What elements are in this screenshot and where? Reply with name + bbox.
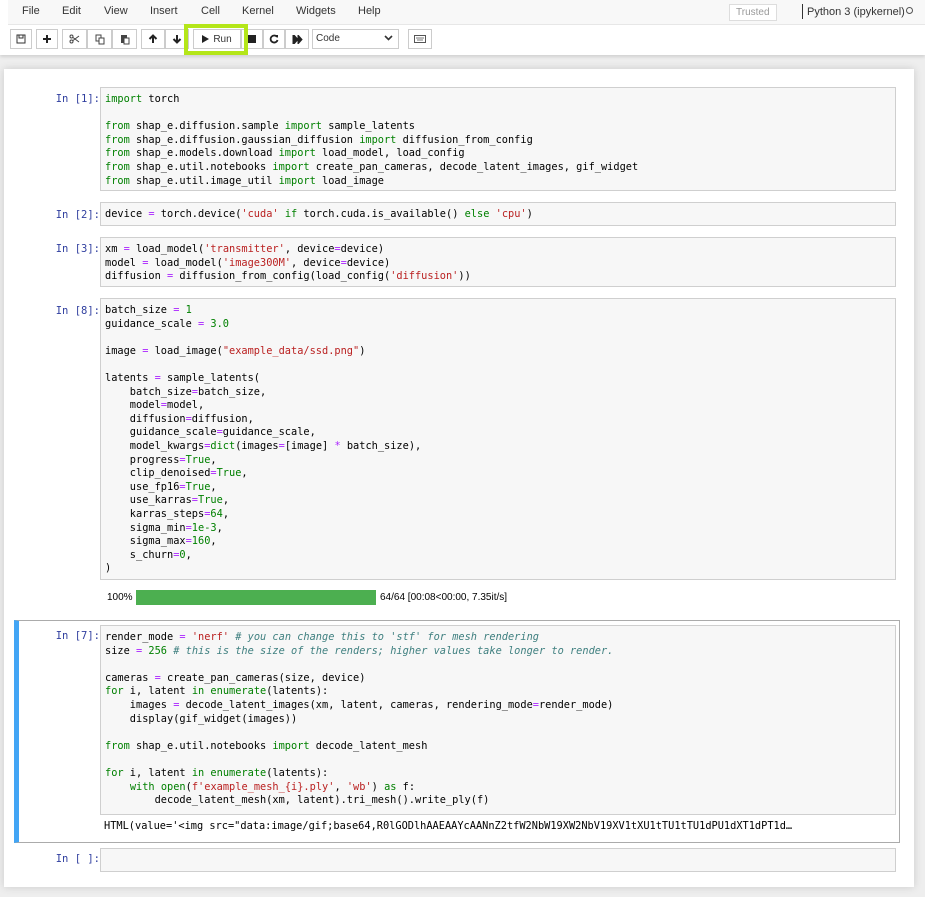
trusted-indicator[interactable]: Trusted xyxy=(729,4,777,21)
copy-icon xyxy=(95,34,104,44)
code-input[interactable]: device = torch.device('cuda' if torch.cu… xyxy=(100,202,896,226)
progress-status: 64/64 [00:08<00:00, 7.35it/s] xyxy=(380,592,508,603)
code-cell[interactable]: In [8]: batch_size = 1 guidance_scale = … xyxy=(14,294,900,614)
code-cell[interactable]: In [3]: xm = load_model('transmitter', d… xyxy=(14,232,900,292)
code-cell[interactable]: In [2]: device = torch.device('cuda' if … xyxy=(14,197,900,229)
menubar: File Edit View Insert Cell Kernel Widget… xyxy=(8,0,925,25)
menu-insert[interactable]: Insert xyxy=(150,5,178,17)
menu-widgets[interactable]: Widgets xyxy=(296,5,336,17)
input-prompt: In [1]: xyxy=(55,93,100,105)
save-icon xyxy=(16,34,26,44)
input-prompt: In [2]: xyxy=(55,209,100,221)
paste-button[interactable] xyxy=(112,29,137,49)
toolbar: Run xyxy=(0,28,925,50)
cell-type-select[interactable]: Code xyxy=(312,29,399,49)
keyboard-icon xyxy=(414,35,426,43)
run-button-label: Run xyxy=(213,33,232,45)
input-prompt: In [8]: xyxy=(55,305,100,317)
arrow-down-icon xyxy=(172,35,182,44)
copy-button[interactable] xyxy=(87,29,112,49)
kernel-idle-icon xyxy=(906,7,913,14)
stop-icon xyxy=(248,35,256,43)
play-icon xyxy=(202,35,210,43)
fast-forward-icon xyxy=(292,34,303,44)
kernel-separator xyxy=(802,4,803,19)
code-cell[interactable]: In [1]: import torch from shap_e.diffusi… xyxy=(14,82,900,192)
code-text: import torch from shap_e.diffusion.sampl… xyxy=(105,93,639,187)
plus-icon xyxy=(43,35,51,43)
notebook-container: In [1]: import torch from shap_e.diffusi… xyxy=(4,69,914,887)
move-up-button[interactable] xyxy=(141,29,165,49)
code-input[interactable]: render_mode = 'nerf' # you can change th… xyxy=(100,625,896,815)
code-input[interactable]: import torch from shap_e.diffusion.sampl… xyxy=(100,87,896,191)
restart-run-all-button[interactable] xyxy=(285,29,309,49)
kernel-name[interactable]: Python 3 (ipykernel) xyxy=(807,6,905,18)
save-button[interactable] xyxy=(10,29,32,49)
interrupt-button[interactable] xyxy=(241,29,263,49)
command-palette-button[interactable] xyxy=(408,29,432,49)
code-input-empty[interactable] xyxy=(100,848,896,872)
input-prompt: In [7]: xyxy=(55,630,100,642)
progress-percent: 100% xyxy=(107,592,133,603)
code-text: render_mode = 'nerf' # you can change th… xyxy=(105,631,614,807)
code-text: batch_size = 1 guidance_scale = 3.0 imag… xyxy=(105,304,422,575)
notebook-header: File Edit View Insert Cell Kernel Widget… xyxy=(0,0,925,55)
restart-icon xyxy=(269,34,279,44)
code-cell[interactable]: In [ ]: xyxy=(14,846,900,876)
code-input[interactable]: xm = load_model('transmitter', device=de… xyxy=(100,237,896,287)
code-text: xm = load_model('transmitter', device=de… xyxy=(105,243,471,283)
arrow-up-icon xyxy=(148,34,158,43)
insert-cell-button[interactable] xyxy=(36,29,58,49)
paste-icon xyxy=(120,34,129,44)
progress-bar-fill xyxy=(136,590,376,605)
menu-kernel[interactable]: Kernel xyxy=(242,5,274,17)
menu-view[interactable]: View xyxy=(104,5,128,17)
html-widget-output: HTML(value='<img src="data:image/gif;bas… xyxy=(104,820,793,832)
move-down-button[interactable] xyxy=(165,29,189,49)
chevron-down-icon xyxy=(384,35,393,41)
menu-file[interactable]: File xyxy=(22,5,40,17)
menu-cell[interactable]: Cell xyxy=(201,5,220,17)
scissors-icon xyxy=(69,34,80,44)
cut-button[interactable] xyxy=(62,29,87,49)
input-prompt: In [3]: xyxy=(55,243,100,255)
code-cell-selected[interactable]: In [7]: render_mode = 'nerf' # you can c… xyxy=(14,620,900,843)
restart-kernel-button[interactable] xyxy=(263,29,285,49)
cell-type-value: Code xyxy=(316,33,340,44)
progress-bar xyxy=(136,590,376,605)
code-input[interactable]: batch_size = 1 guidance_scale = 3.0 imag… xyxy=(100,298,896,580)
menu-edit[interactable]: Edit xyxy=(62,5,81,17)
run-button[interactable]: Run xyxy=(193,29,241,49)
menu-help[interactable]: Help xyxy=(358,5,381,17)
code-text: device = torch.device('cuda' if torch.cu… xyxy=(105,208,533,220)
input-prompt: In [ ]: xyxy=(55,853,100,865)
